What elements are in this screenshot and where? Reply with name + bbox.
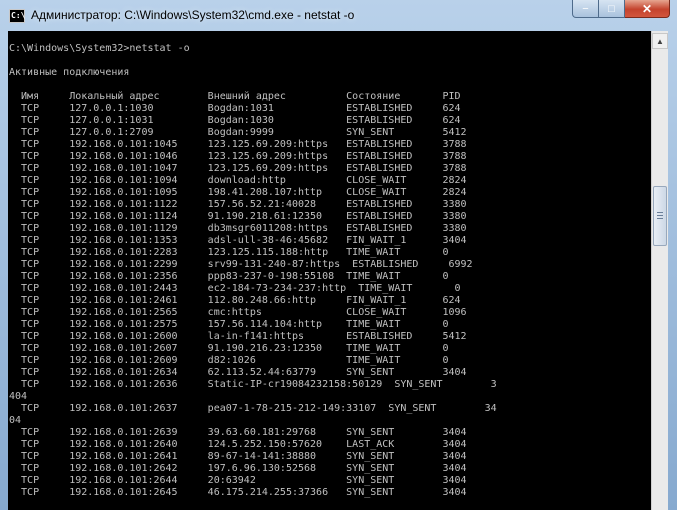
console-line: TCP 192.168.0.101:2356 ppp83-237-0-198:5… [9, 271, 449, 282]
console-lines: C:\Windows\System32>netstat -o Активные п… [9, 31, 497, 499]
console-output[interactable]: C:\Windows\System32>netstat -o Активные п… [8, 31, 651, 510]
console-line: TCP 192.168.0.101:2609 d82:1026 TIME_WAI… [9, 355, 449, 366]
console-line: TCP 192.168.0.101:1047 123.125.69.209:ht… [9, 163, 467, 174]
console-line: TCP 192.168.0.101:2636 Static-IP-cr19084… [9, 379, 497, 390]
console-line: TCP 192.168.0.101:2637 pea07-1-78-215-21… [9, 403, 497, 414]
console-line: TCP 192.168.0.101:2575 157.56.114.104:ht… [9, 319, 449, 330]
console-line: TCP 127.0.0.1:1031 Bogdan:1030 ESTABLISH… [9, 115, 461, 126]
vertical-scrollbar[interactable]: ▲ [651, 31, 668, 510]
console-line: TCP 127.0.0.1:2709 Bogdan:9999 SYN_SENT … [9, 127, 467, 138]
console-line: TCP 192.168.0.101:2299 srv99-131-240-87:… [9, 259, 473, 270]
window-controls: − □ ✕ [572, 0, 670, 20]
grip-line-icon [657, 218, 663, 219]
cmd-app-icon[interactable]: C:\ [9, 9, 25, 23]
title-bar[interactable]: C:\ Администратор: C:\Windows\System32\c… [0, 0, 677, 31]
arrow-up-icon: ▲ [656, 36, 664, 46]
console-line: Имя Локальный адрес Внешний адрес Состоя… [9, 91, 461, 102]
console-line: TCP 192.168.0.101:1094 download:http CLO… [9, 175, 467, 186]
console-line: TCP 192.168.0.101:2645 46.175.214.255:37… [9, 487, 467, 498]
console-line: TCP 192.168.0.101:2644 20:63942 SYN_SENT… [9, 475, 467, 486]
console-line: TCP 192.168.0.101:2639 39.63.60.181:2976… [9, 427, 467, 438]
scroll-up-button[interactable]: ▲ [652, 33, 668, 49]
console-line: 404 [9, 391, 28, 402]
console-line: TCP 192.168.0.101:2600 la-in-f141:https … [9, 331, 467, 342]
console-line: TCP 192.168.0.101:2565 cmc:https CLOSE_W… [9, 307, 467, 318]
console-line: TCP 192.168.0.101:2641 89-67-14-141:3888… [9, 451, 467, 462]
close-icon: ✕ [641, 1, 653, 16]
maximize-icon: □ [608, 2, 615, 15]
scroll-thumb[interactable] [653, 186, 667, 246]
console-line: TCP 192.168.0.101:1095 198.41.208.107:ht… [9, 187, 467, 198]
console-line: TCP 192.168.0.101:2634 62.113.52.44:6377… [9, 367, 467, 378]
console-line: 04 [9, 415, 22, 426]
console-line: TCP 192.168.0.101:1045 123.125.69.209:ht… [9, 139, 467, 150]
console-line: TCP 192.168.0.101:1353 adsl-ull-38-46:45… [9, 235, 467, 246]
console-line: TCP 192.168.0.101:1124 91.190.218.61:123… [9, 211, 467, 222]
console-line: TCP 192.168.0.101:2607 91.190.216.23:123… [9, 343, 449, 354]
grip-line-icon [657, 215, 663, 216]
close-button[interactable]: ✕ [625, 0, 670, 18]
console-line: TCP 192.168.0.101:1046 123.125.69.209:ht… [9, 151, 467, 162]
minimize-icon: − [582, 2, 589, 15]
console-line: TCP 192.168.0.101:2443 ec2-184-73-234-23… [9, 283, 461, 294]
console-line: TCP 192.168.0.101:2642 197.6.96.130:5256… [9, 463, 467, 474]
console-line: TCP 192.168.0.101:2283 123.125.115.188:h… [9, 247, 449, 258]
maximize-button[interactable]: □ [599, 0, 625, 18]
grip-line-icon [657, 212, 663, 213]
console-line: TCP 192.168.0.101:2461 112.80.248.66:htt… [9, 295, 461, 306]
cmd-window: C:\ Администратор: C:\Windows\System32\c… [0, 0, 677, 510]
console-line: TCP 192.168.0.101:1122 157.56.52.21:4002… [9, 199, 467, 210]
console-line: C:\Windows\System32>netstat -o [9, 43, 190, 54]
window-title: Администратор: C:\Windows\System32\cmd.e… [31, 8, 355, 22]
console-line: TCP 192.168.0.101:1129 db3msgr6011208:ht… [9, 223, 467, 234]
console-line: TCP 127.0.0.1:1030 Bogdan:1031 ESTABLISH… [9, 103, 461, 114]
console-line: TCP 192.168.0.101:2640 124.5.252.150:576… [9, 439, 467, 450]
minimize-button[interactable]: − [572, 0, 599, 18]
console-line: Активные подключения [9, 67, 130, 78]
